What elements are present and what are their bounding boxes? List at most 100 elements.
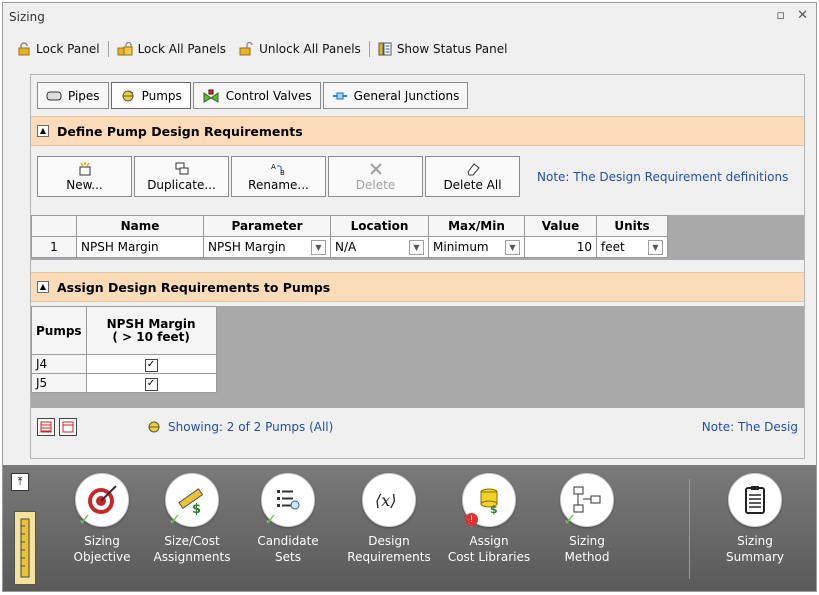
parameter-value: NPSH Margin: [208, 240, 286, 254]
delete-all-button[interactable]: Delete All: [425, 156, 520, 197]
collapse-icon[interactable]: ▲: [37, 125, 49, 137]
assign-checkbox-cell[interactable]: ✓: [85, 354, 217, 374]
table-row[interactable]: 1 NPSH Margin NPSH Margin ▼ N/A ▼ Minimum ▼…: [31, 236, 668, 258]
svg-text:A: A: [271, 163, 276, 171]
pump-icon: [120, 89, 136, 103]
location-value: N/A: [335, 240, 357, 254]
column-header-npsh-margin[interactable]: NPSH Margin ( > 10 feet): [85, 306, 217, 355]
show-status-label: Show Status Panel: [396, 42, 508, 56]
nav-label-line1: Design: [368, 534, 410, 548]
column-header-location[interactable]: Location: [330, 215, 429, 237]
nav-label-line2: Objective: [73, 550, 131, 564]
chevron-down-icon[interactable]: ▼: [505, 239, 520, 255]
unlock-all-panels-button[interactable]: Unlock All Panels: [232, 38, 367, 60]
delete-all-label: Delete All: [443, 178, 502, 192]
ruler-icon[interactable]: [14, 511, 36, 585]
pin-icon[interactable]: ⤒: [11, 473, 29, 491]
nav-size-cost-assignments[interactable]: $ ✓ Size/Cost Assignments: [147, 473, 237, 565]
nav-sizing-method[interactable]: ✓ Sizing Method: [542, 473, 632, 565]
clear-rows-icon[interactable]: [59, 418, 77, 436]
error-icon: !: [465, 513, 478, 526]
lock-all-panels-button[interactable]: Lock All Panels: [111, 38, 233, 60]
duplicate-icon: [174, 161, 190, 177]
sizing-panel: Pipes Pumps Control Valves General Junct…: [30, 74, 805, 459]
maxmin-dropdown[interactable]: Minimum ▼: [428, 236, 525, 258]
assign-checkbox-cell[interactable]: ✓: [85, 373, 217, 393]
column-header-units[interactable]: Units: [596, 215, 668, 237]
sizing-navigation-bar: ⤒ ✓ Sizing Objective $ ✓ Size/Cost Assig…: [3, 465, 816, 591]
requirement-buttons: New... Duplicate... AB Rename... Delete: [37, 156, 520, 197]
requirements-grid: Name Parameter Location Max/Min Value Un…: [31, 215, 804, 260]
nav-divider: [689, 479, 690, 579]
showing-status: Showing: 2 of 2 Pumps (All): [146, 420, 333, 434]
tab-pipes[interactable]: Pipes: [37, 82, 109, 109]
column-header-parameter[interactable]: Parameter: [203, 215, 331, 237]
column-header-maxmin[interactable]: Max/Min: [428, 215, 525, 237]
name-cell[interactable]: NPSH Margin: [76, 236, 204, 258]
flowchart-icon: ✓: [560, 473, 614, 528]
checkbox[interactable]: ✓: [144, 358, 158, 372]
define-requirements-header[interactable]: ▲ Define Pump Design Requirements: [31, 116, 804, 146]
new-label: New...: [66, 178, 103, 192]
collapse-icon[interactable]: ▲: [37, 281, 49, 293]
location-dropdown[interactable]: N/A ▼: [330, 236, 429, 258]
npsh-margin-header-line2: ( > 10 feet): [112, 329, 190, 344]
rename-button[interactable]: AB Rename...: [231, 156, 326, 197]
maximize-icon[interactable]: ▫: [776, 8, 785, 23]
nav-assign-cost-libraries[interactable]: $ ! Assign Cost Libraries: [444, 473, 534, 565]
nav-label-line2: Method: [564, 550, 610, 564]
table-row[interactable]: J5 ✓: [31, 373, 217, 393]
nav-sizing-summary[interactable]: Sizing Summary: [710, 473, 800, 565]
assign-requirements-header[interactable]: ▲ Assign Design Requirements to Pumps: [31, 272, 804, 302]
lock-panel-button[interactable]: Lock Panel: [11, 38, 106, 60]
svg-text:$: $: [192, 502, 201, 517]
duplicate-button[interactable]: Duplicate...: [134, 156, 229, 197]
pump-icon: [146, 420, 162, 434]
units-dropdown[interactable]: feet ▼: [596, 236, 668, 258]
maxmin-value: Minimum: [433, 240, 489, 254]
column-header-num: [31, 215, 77, 237]
chevron-down-icon[interactable]: ▼: [311, 239, 326, 255]
delete-button[interactable]: Delete: [328, 156, 423, 197]
row-number: 1: [31, 236, 77, 258]
checkbox[interactable]: ✓: [144, 377, 158, 391]
nav-label-line1: Sizing: [737, 534, 773, 548]
show-status-panel-button[interactable]: Show Status Panel: [372, 38, 514, 60]
chevron-down-icon[interactable]: ▼: [648, 239, 663, 255]
assign-table: Pumps NPSH Margin ( > 10 feet) J4 ✓ J5 ✓: [31, 306, 217, 393]
nav-label-line2: Sets: [275, 550, 301, 564]
tab-general-junctions[interactable]: General Junctions: [322, 82, 469, 109]
column-header-value[interactable]: Value: [524, 215, 597, 237]
units-value: feet: [601, 240, 625, 254]
nav-candidate-sets[interactable]: ✓ Candidate Sets: [243, 473, 333, 565]
nav-sizing-objective[interactable]: ✓ Sizing Objective: [57, 473, 147, 565]
pump-id[interactable]: J4: [31, 354, 87, 374]
select-all-rows-icon[interactable]: [37, 418, 55, 436]
rename-label: Rename...: [248, 178, 309, 192]
nav-label-line2: Requirements: [347, 550, 431, 564]
assign-footer: Showing: 2 of 2 Pumps (All) Note: The De…: [31, 414, 804, 440]
lock-icon: [17, 42, 31, 56]
parameter-dropdown[interactable]: NPSH Margin ▼: [203, 236, 331, 258]
column-header-pumps: Pumps: [31, 306, 87, 355]
close-icon[interactable]: ✕: [797, 8, 808, 23]
showing-text: Showing: 2 of 2 Pumps (All): [168, 420, 334, 434]
status-panel-icon: [378, 42, 392, 56]
lock-all-icon: [117, 42, 133, 56]
object-tabs: Pipes Pumps Control Valves General Junct…: [37, 82, 469, 109]
sizing-window: Sizing ▫ ✕ Lock Panel Lock All Panels Un…: [2, 2, 817, 592]
pump-id[interactable]: J5: [31, 373, 87, 393]
new-button[interactable]: New...: [37, 156, 132, 197]
table-row[interactable]: J4 ✓: [31, 354, 217, 374]
npsh-margin-header-line1: NPSH Margin: [106, 316, 196, 331]
value-cell[interactable]: 10: [524, 236, 597, 258]
design-requirement-note: Note: The Design Requirement definitions: [537, 170, 789, 184]
column-header-name[interactable]: Name: [76, 215, 204, 237]
new-icon: [77, 161, 93, 177]
tab-control-valves[interactable]: Control Valves: [192, 82, 321, 109]
nav-label-line1: Assign: [469, 534, 509, 548]
tab-pumps-label: Pumps: [141, 88, 182, 103]
chevron-down-icon[interactable]: ▼: [409, 239, 424, 255]
tab-pumps[interactable]: Pumps: [110, 82, 191, 109]
nav-design-requirements[interactable]: ⟨x⟩ Design Requirements: [344, 473, 434, 565]
